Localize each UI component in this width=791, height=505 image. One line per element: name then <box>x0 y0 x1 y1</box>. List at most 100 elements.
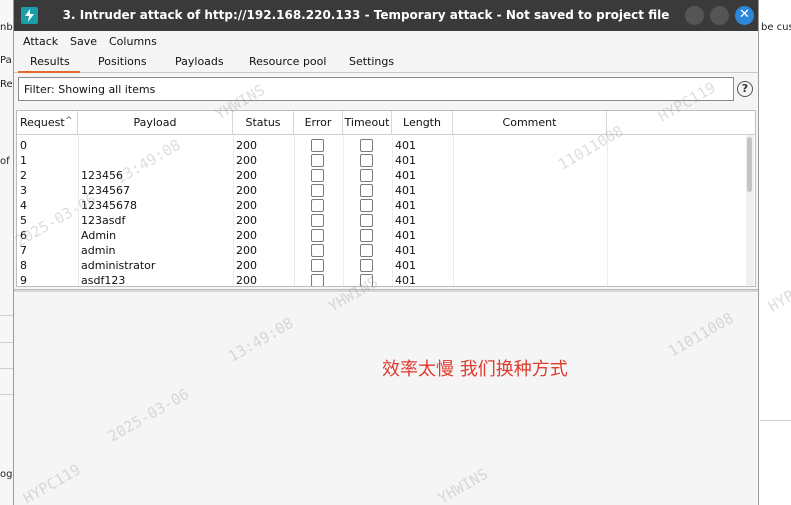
background-divider <box>0 315 14 316</box>
tab-results[interactable]: Results <box>30 55 70 68</box>
timeout-checkbox[interactable] <box>360 244 373 257</box>
timeout-checkbox[interactable] <box>360 199 373 212</box>
intruder-attack-window: 3. Intruder attack of http://192.168.220… <box>13 0 759 505</box>
table-row[interactable]: 2 123456 200 401 <box>17 168 755 183</box>
timeout-checkbox[interactable] <box>360 169 373 182</box>
cell-length: 401 <box>395 169 416 182</box>
cell-length: 401 <box>395 229 416 242</box>
column-header-status[interactable]: Status <box>233 111 294 135</box>
timeout-checkbox[interactable] <box>360 229 373 242</box>
background-text-fragment: of <box>0 156 10 167</box>
background-app-left-edge <box>0 0 14 505</box>
help-icon[interactable]: ? <box>737 81 753 97</box>
background-divider <box>0 342 14 343</box>
timeout-checkbox[interactable] <box>360 184 373 197</box>
cell-status: 200 <box>236 169 257 182</box>
column-header-error[interactable]: Error <box>294 111 343 135</box>
cell-length: 401 <box>395 184 416 197</box>
cell-request: 1 <box>20 154 27 167</box>
menu-save[interactable]: Save <box>70 35 97 48</box>
background-divider <box>0 368 14 369</box>
results-table: Request ^ Payload Status Error Timeout L… <box>16 110 756 287</box>
timeout-checkbox[interactable] <box>360 274 373 286</box>
error-checkbox[interactable] <box>311 244 324 257</box>
table-row[interactable]: 5 123asdf 200 401 <box>17 213 755 228</box>
cell-length: 401 <box>395 214 416 227</box>
window-title: 3. Intruder attack of http://192.168.220… <box>62 8 670 22</box>
column-header-length[interactable]: Length <box>392 111 453 135</box>
column-header-comment[interactable]: Comment <box>453 111 607 135</box>
timeout-checkbox[interactable] <box>360 139 373 152</box>
table-row[interactable]: 7 admin 200 401 <box>17 243 755 258</box>
background-text-fragment: be cus <box>761 22 791 33</box>
cell-length: 401 <box>395 244 416 257</box>
table-vertical-scrollbar[interactable] <box>746 135 754 286</box>
tab-resource-pool[interactable]: Resource pool <box>249 55 326 68</box>
close-icon: ✕ <box>739 7 750 22</box>
cell-request: 5 <box>20 214 27 227</box>
sort-ascending-icon: ^ <box>65 116 73 126</box>
maximize-button[interactable] <box>710 6 729 25</box>
cell-request: 2 <box>20 169 27 182</box>
error-checkbox[interactable] <box>311 184 324 197</box>
cell-status: 200 <box>236 139 257 152</box>
active-tab-indicator <box>18 71 80 73</box>
column-header-label: Request <box>20 116 65 129</box>
menu-columns[interactable]: Columns <box>109 35 157 48</box>
table-row[interactable]: 8 administrator 200 401 <box>17 258 755 273</box>
error-checkbox[interactable] <box>311 199 324 212</box>
column-header-payload[interactable]: Payload <box>78 111 233 135</box>
tab-settings[interactable]: Settings <box>349 55 394 68</box>
cell-request: 8 <box>20 259 27 272</box>
timeout-checkbox[interactable] <box>360 214 373 227</box>
tab-positions[interactable]: Positions <box>98 55 147 68</box>
tab-payloads[interactable]: Payloads <box>175 55 224 68</box>
column-header-timeout[interactable]: Timeout <box>343 111 392 135</box>
timeout-checkbox[interactable] <box>360 259 373 272</box>
cell-payload: 12345678 <box>81 199 137 212</box>
background-divider <box>760 420 791 421</box>
background-app-right-edge <box>759 0 791 505</box>
table-row[interactable]: 1 200 401 <box>17 153 755 168</box>
cell-payload: 1234567 <box>81 184 130 197</box>
error-checkbox[interactable] <box>311 214 324 227</box>
cell-length: 401 <box>395 154 416 167</box>
scrollbar-thumb[interactable] <box>747 137 752 192</box>
cell-request: 6 <box>20 229 27 242</box>
error-checkbox[interactable] <box>311 229 324 242</box>
filter-label: Filter: Showing all items <box>24 83 156 96</box>
cell-status: 200 <box>236 244 257 257</box>
table-row[interactable]: 9 asdf123 200 401 <box>17 273 755 287</box>
cell-payload: Admin <box>81 229 117 242</box>
cell-status: 200 <box>236 259 257 272</box>
cell-payload: administrator <box>81 259 156 272</box>
error-checkbox[interactable] <box>311 259 324 272</box>
error-checkbox[interactable] <box>311 274 324 286</box>
cell-length: 401 <box>395 139 416 152</box>
error-checkbox[interactable] <box>311 139 324 152</box>
error-checkbox[interactable] <box>311 169 324 182</box>
table-row[interactable]: 0 200 401 <box>17 138 755 153</box>
window-titlebar[interactable]: 3. Intruder attack of http://192.168.220… <box>14 0 758 31</box>
table-row[interactable]: 3 1234567 200 401 <box>17 183 755 198</box>
close-button[interactable]: ✕ <box>735 6 754 25</box>
minimize-button[interactable] <box>685 6 704 25</box>
cell-length: 401 <box>395 199 416 212</box>
cell-request: 4 <box>20 199 27 212</box>
table-row[interactable]: 4 12345678 200 401 <box>17 198 755 213</box>
tab-bar: Results Positions Payloads Resource pool… <box>14 52 758 73</box>
cell-status: 200 <box>236 199 257 212</box>
cell-request: 9 <box>20 274 27 287</box>
menu-attack[interactable]: Attack <box>23 35 58 48</box>
table-header: Request ^ Payload Status Error Timeout L… <box>17 111 755 135</box>
background-text-fragment: Pa <box>0 55 12 66</box>
background-text-fragment: Re <box>0 79 13 90</box>
timeout-checkbox[interactable] <box>360 154 373 167</box>
cell-request: 7 <box>20 244 27 257</box>
background-text-fragment: nb <box>0 22 13 33</box>
filter-bar[interactable]: Filter: Showing all items <box>18 77 734 101</box>
cell-status: 200 <box>236 184 257 197</box>
table-row[interactable]: 6 Admin 200 401 <box>17 228 755 243</box>
error-checkbox[interactable] <box>311 154 324 167</box>
request-response-pane <box>14 292 758 505</box>
